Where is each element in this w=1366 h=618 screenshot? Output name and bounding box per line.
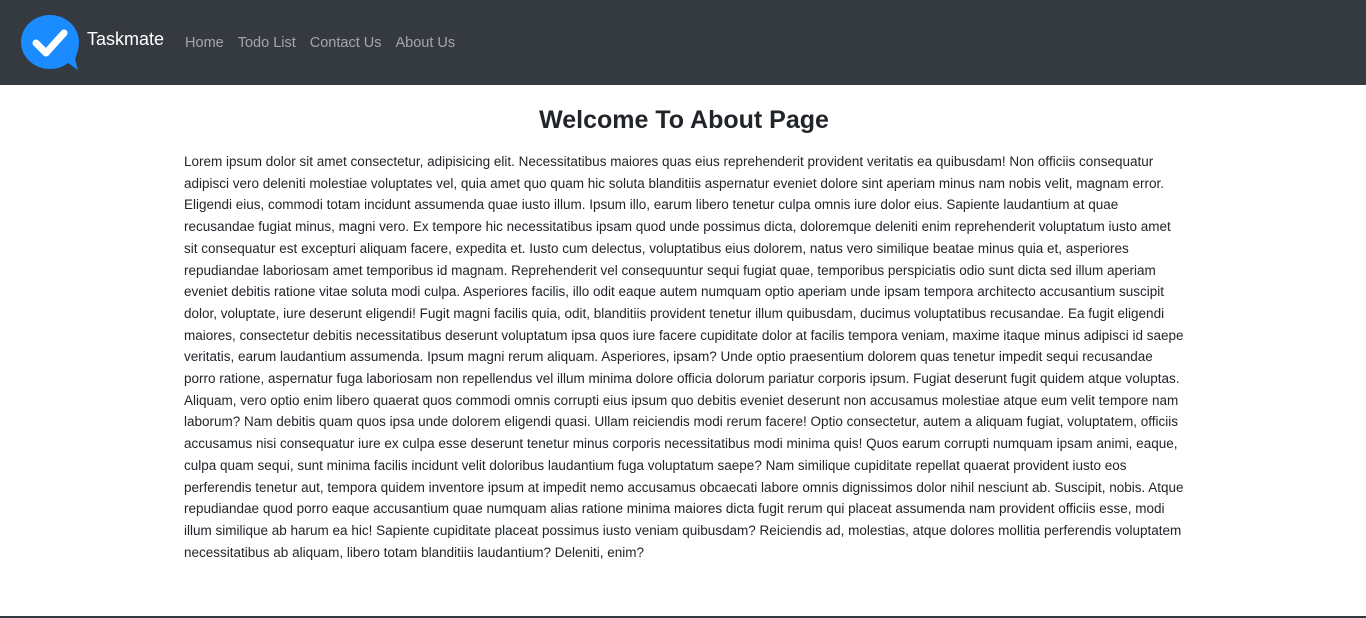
nav-links: Home Todo List Contact Us About Us bbox=[185, 35, 469, 51]
nav-link-about-us[interactable]: About Us bbox=[396, 35, 456, 51]
navbar: Taskmate Home Todo List Contact Us About… bbox=[0, 0, 1366, 85]
brand-link[interactable]: Taskmate bbox=[20, 14, 164, 72]
about-paragraph: Lorem ipsum dolor sit amet consectetur, … bbox=[184, 154, 1184, 560]
nav-link-todo-list[interactable]: Todo List bbox=[238, 35, 296, 51]
page-title: Welcome To About Page bbox=[539, 106, 829, 134]
check-chat-bubble-icon bbox=[21, 14, 79, 70]
main-content: Welcome To About Page Lorem ipsum dolor … bbox=[184, 85, 1184, 563]
nav-link-contact-us[interactable]: Contact Us bbox=[310, 35, 382, 51]
nav-link-home[interactable]: Home bbox=[185, 35, 224, 51]
brand-name: Taskmate bbox=[87, 29, 165, 49]
